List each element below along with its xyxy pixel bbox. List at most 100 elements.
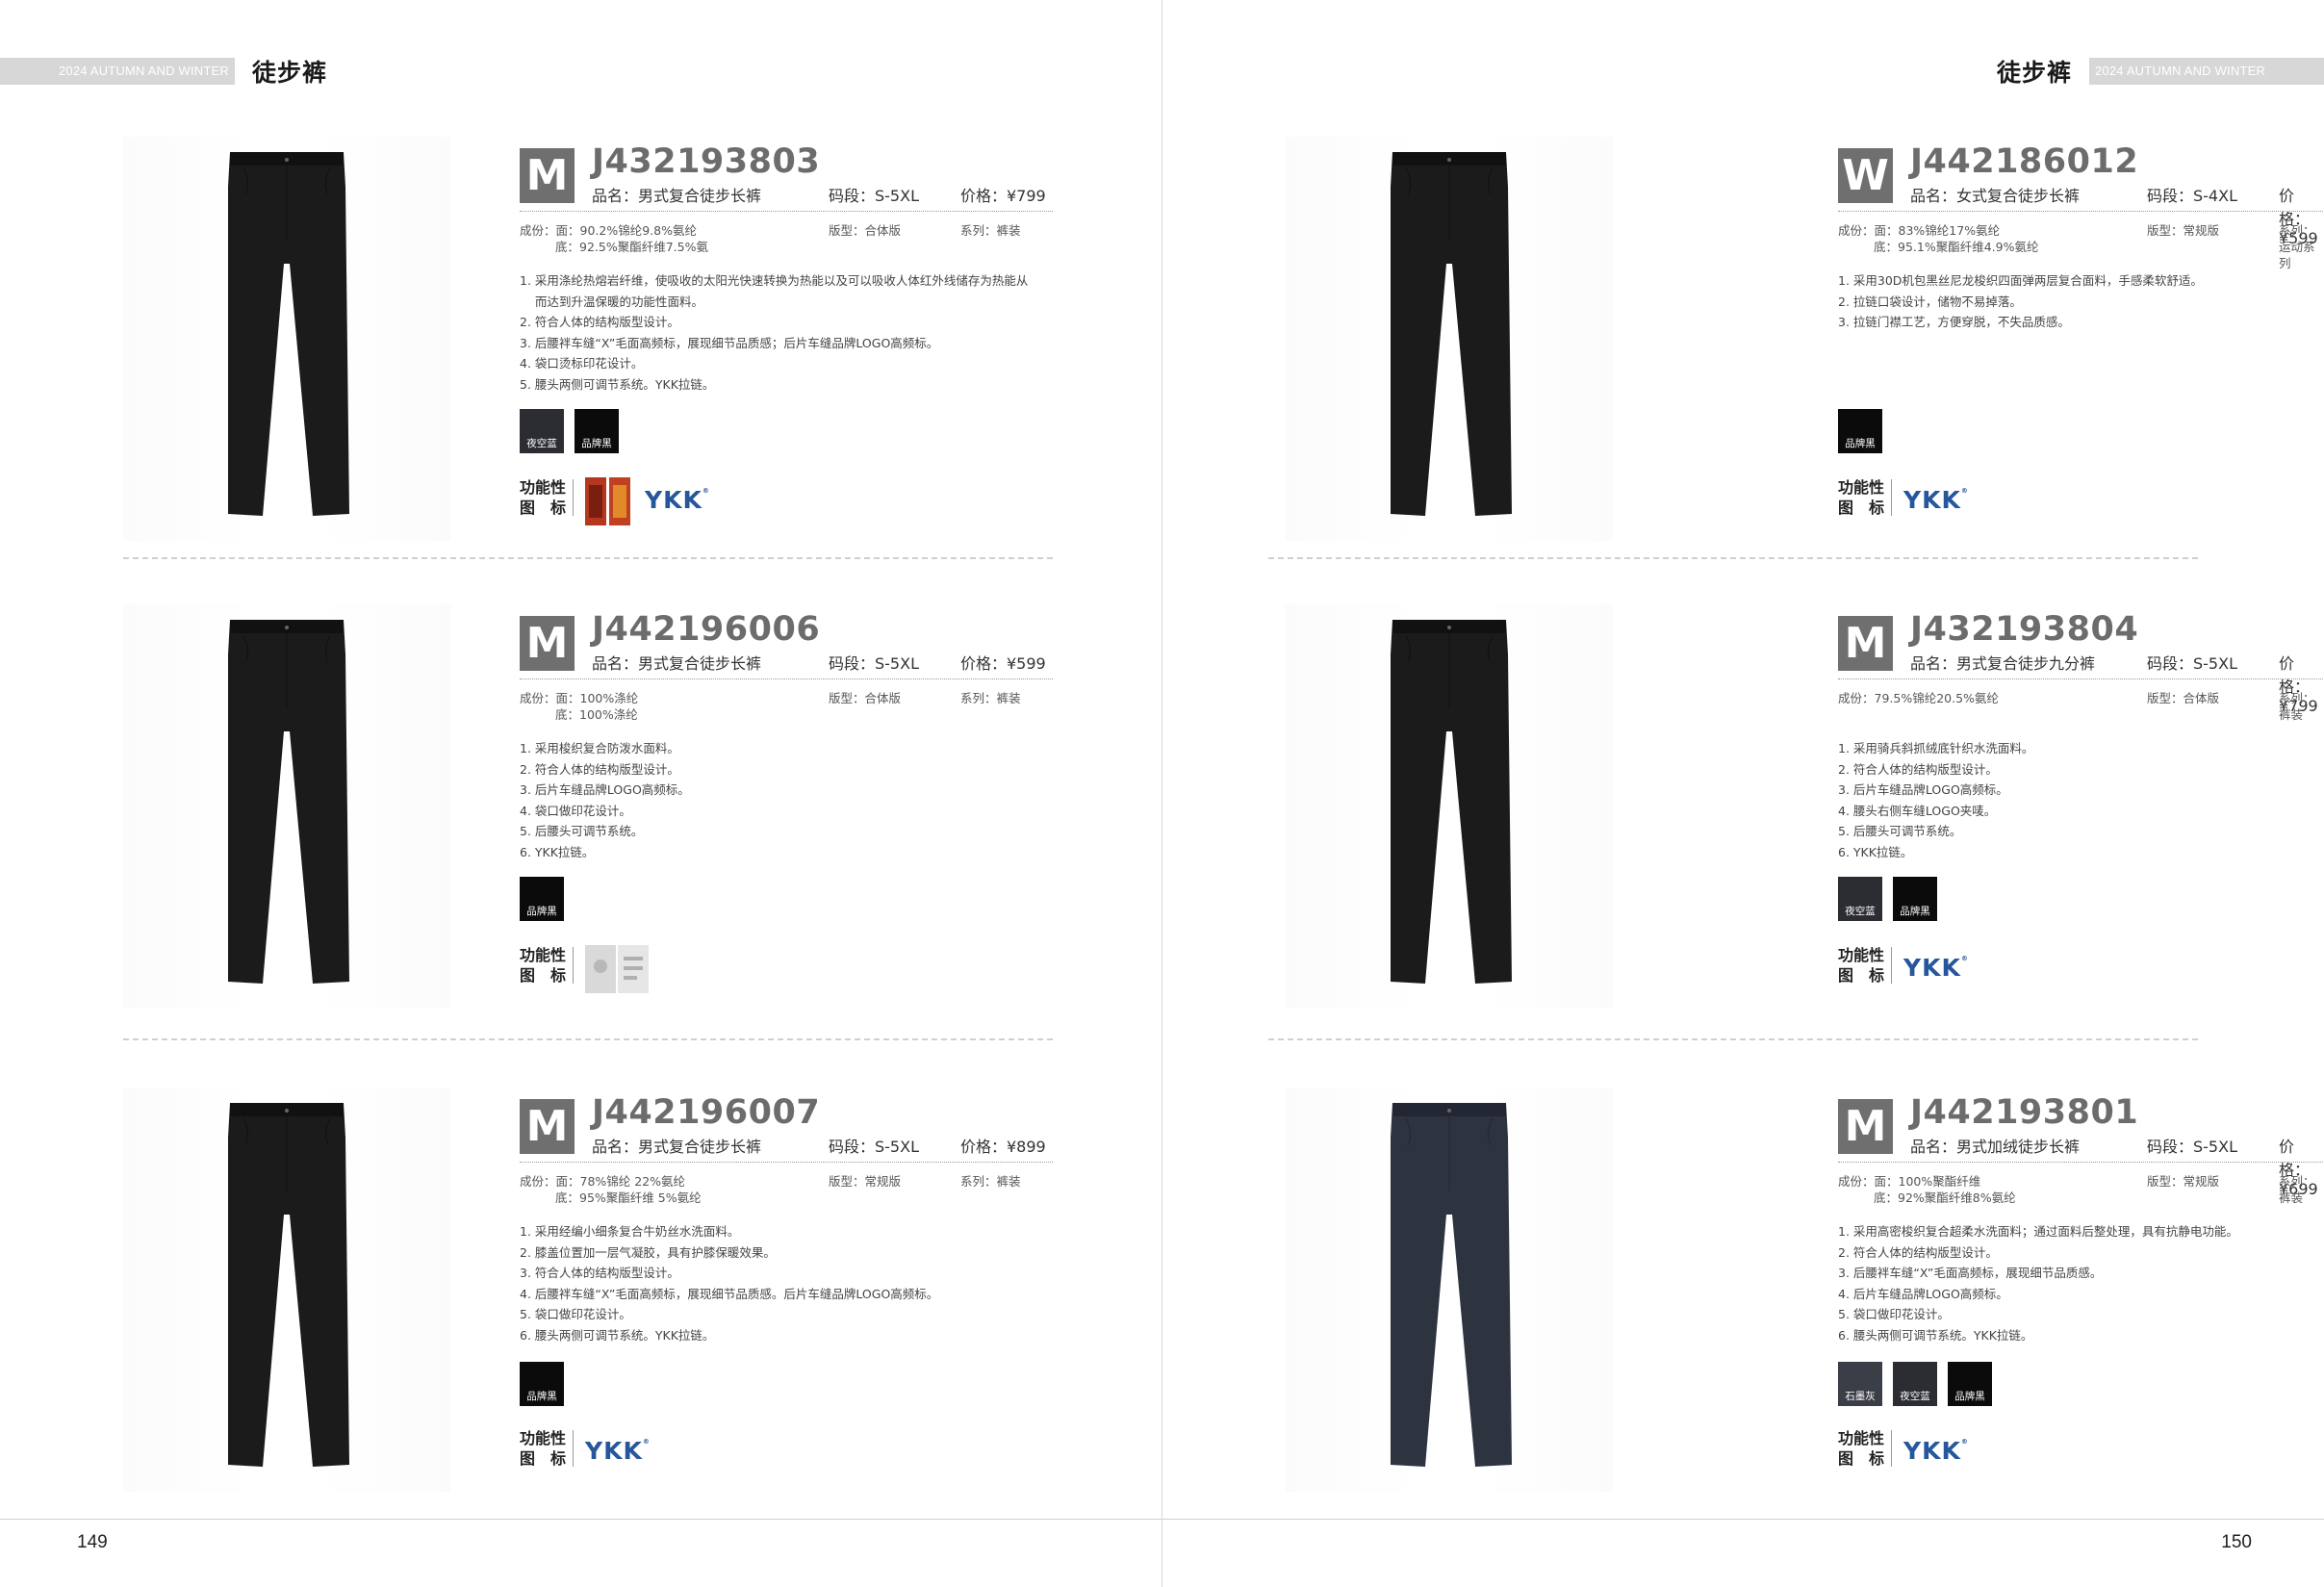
composition-line: 底：95.1%聚酯纤维4.9%氨纶: [1874, 240, 2039, 254]
registered-mark-icon: ®: [1960, 955, 1969, 962]
product-code: J442196007: [592, 1093, 821, 1132]
feature-item: 2. 拉链口袋设计，储物不易掉落。: [1838, 294, 2022, 309]
product-name: 品名：男式复合徒步长裤: [592, 1138, 762, 1156]
feature-item: 1. 采用骑兵斜抓绒底针织水洗面料。: [1838, 741, 2034, 755]
composition-line: 底：100%涤纶: [555, 707, 638, 722]
product-code: J442196006: [592, 610, 821, 649]
dashed-divider: [1268, 557, 2198, 559]
functional-label-line: 功能性: [520, 478, 567, 497]
product-photo: [1286, 137, 1613, 541]
functional-icons: 功能性图 标: [520, 945, 1059, 993]
season-label: 2024 AUTUMN AND WINTER: [2095, 64, 2266, 78]
pants-image: [1391, 1103, 1512, 1467]
product-name: 品名：女式复合徒步长裤: [1910, 187, 2081, 205]
pants-image: [228, 620, 349, 984]
ykk-logo: YKK®: [585, 1437, 651, 1465]
fit-type: 版型：合体版: [2147, 691, 2220, 705]
composition-line: 成份：79.5%锦纶20.5%氨纶: [1838, 691, 1999, 705]
feature-item: 1. 采用30D机包黑丝尼龙梭织四面弹两层复合面料，手感柔软舒适。: [1838, 273, 2203, 288]
color-label: 夜空蓝: [1900, 1391, 1930, 1402]
composition-line: 底：92.5%聚酯纤维7.5%氨: [555, 240, 708, 254]
color-swatch[interactable]: 夜空蓝: [1893, 1362, 1937, 1406]
feature-item: 2. 符合人体的结构版型设计。: [520, 315, 679, 329]
color-swatch[interactable]: 品牌黑: [520, 1362, 564, 1406]
color-label: 品牌黑: [526, 906, 557, 917]
category-title: 徒步裤: [252, 59, 328, 87]
color-swatch[interactable]: 品牌黑: [1948, 1362, 1992, 1406]
functional-label-line: 功能性: [1838, 478, 1885, 497]
feature-item: 2. 符合人体的结构版型设计。: [520, 761, 679, 777]
page-number: 150: [2221, 1532, 2252, 1552]
feature-list: 1. 采用经编小细条复合牛奶丝水洗面料。 2. 膝盖位置加一层气凝胶，具有护膝保暖…: [520, 1221, 1059, 1345]
pants-image: [228, 1103, 349, 1467]
ykk-logo: YKK®: [1903, 954, 1969, 982]
gender-badge: M: [520, 148, 575, 203]
composition: 成份：面：100%聚酯纤维 底：92%聚酯纤维8%氨纶: [1838, 1173, 2016, 1206]
feature-item: 4. 腰头右侧车缝LOGO夹唛。: [1838, 803, 1997, 818]
ykk-text: YKK: [1903, 486, 1961, 514]
size-range: 码段：S-5XL: [2147, 654, 2237, 673]
product-name: 品名：男式加绒徒步长裤: [1910, 1138, 2081, 1156]
composition-line: 成份：面：100%聚酯纤维: [1838, 1174, 1981, 1189]
series: 系列：裤装: [960, 1174, 1021, 1189]
product-card: M J432193803 品名：男式复合徒步长裤 码段：S-5XL 价格：¥799 成份：…: [0, 137, 1162, 589]
color-label: 石墨灰: [1845, 1391, 1876, 1402]
feature-item: 6. 腰头两侧可调节系统。YKK拉链。: [520, 1327, 715, 1343]
composition: 成份：面：100%涤纶 底：100%涤纶: [520, 690, 638, 723]
color-swatch[interactable]: 品牌黑: [1838, 409, 1882, 453]
functional-separator: [1891, 479, 1892, 516]
color-swatch[interactable]: 品牌黑: [520, 877, 564, 921]
pants-image: [228, 152, 349, 516]
feature-item: 而达到升温保暖的功能性面料。: [535, 294, 704, 309]
functional-label: 功能性图 标: [1838, 477, 1884, 518]
functional-separator: [573, 479, 574, 516]
right-page: 2024 AUTUMN AND WINTER 徒步裤 W J442186012 品名…: [1162, 0, 2324, 1587]
ykk-logo: YKK®: [1903, 1437, 1969, 1465]
feature-item: 6. 腰头两侧可调节系统。YKK拉链。: [1838, 1327, 2033, 1343]
product-photo: [1286, 604, 1613, 1009]
color-swatch[interactable]: 夜空蓝: [520, 409, 564, 453]
functional-icons: 功能性图 标 YKK®: [520, 1428, 1059, 1471]
feature-item: 5. 袋口做印花设计。: [520, 1307, 631, 1321]
color-label: 品牌黑: [1845, 438, 1876, 449]
color-label: 品牌黑: [526, 1391, 557, 1402]
feature-item: 3. 拉链门襟工艺，方便穿脱，不失品质感。: [1838, 315, 2070, 329]
color-swatch[interactable]: 品牌黑: [1893, 877, 1937, 921]
color-swatch[interactable]: 品牌黑: [575, 409, 619, 453]
page-number: 149: [77, 1532, 108, 1552]
functional-label-line: 图 标: [1838, 1449, 1885, 1468]
season-label: 2024 AUTUMN AND WINTER: [58, 64, 229, 78]
functional-icons: 功能性图 标 YKK®: [520, 477, 1059, 525]
feature-item: 5. 后腰头可调节系统。: [520, 824, 644, 838]
fit-type: 版型：常规版: [2147, 1174, 2220, 1189]
functional-separator: [1891, 1430, 1892, 1467]
series: 系列：裤装: [2279, 691, 2315, 722]
composition-line: 成份：面：78%锦纶 22%氨纶: [520, 1174, 686, 1189]
feature-item: 4. 袋口烫标印花设计。: [520, 356, 644, 371]
size-range: 码段：S-5XL: [829, 187, 919, 205]
ykk-text: YKK: [1903, 954, 1961, 982]
color-label: 品牌黑: [581, 438, 612, 449]
color-swatch[interactable]: 夜空蓝: [1838, 877, 1882, 921]
functional-label-line: 功能性: [1838, 946, 1885, 964]
season-bar: 2024 AUTUMN AND WINTER: [2089, 58, 2324, 85]
product-name: 品名：男式复合徒步九分裤: [1910, 654, 2096, 673]
functional-icons: 功能性图 标 YKK®: [1838, 945, 2324, 987]
feature-item: 4. 后腰袢车缝“X”毛面高频标，展现细节品质感。后片车缝品牌LOGO高频标。: [520, 1286, 939, 1301]
functional-separator: [573, 1430, 574, 1467]
feature-item: 1. 采用高密梭织复合超柔水洗面料；通过面料后整处理，具有抗静电功能。: [1838, 1224, 2238, 1239]
color-label: 夜空蓝: [1845, 906, 1876, 917]
color-swatch[interactable]: 石墨灰: [1838, 1362, 1882, 1406]
feature-list: 1. 采用高密梭织复合超柔水洗面料；通过面料后整处理，具有抗静电功能。 2. 符合…: [1838, 1221, 2324, 1345]
dotted-rule: [1838, 678, 2324, 679]
composition-line: 底：92%聚酯纤维8%氨纶: [1874, 1190, 2016, 1205]
composition: 成份：面：90.2%锦纶9.8%氨纶 底：92.5%聚酯纤维7.5%氨: [520, 222, 708, 255]
feature-item: 3. 后片车缝品牌LOGO高频标。: [520, 782, 690, 797]
product-photo: [123, 137, 450, 541]
functional-label-line: 功能性: [1838, 1429, 1885, 1447]
dotted-rule: [1838, 1162, 2324, 1163]
feature-item: 6. YKK拉链。: [520, 844, 595, 859]
functional-separator: [1891, 947, 1892, 984]
feature-list: 1. 采用骑兵斜抓绒底针织水洗面料。 2. 符合人体的结构版型设计。 3. 后片车缝…: [1838, 738, 2324, 862]
functional-label-line: 功能性: [520, 1429, 567, 1447]
